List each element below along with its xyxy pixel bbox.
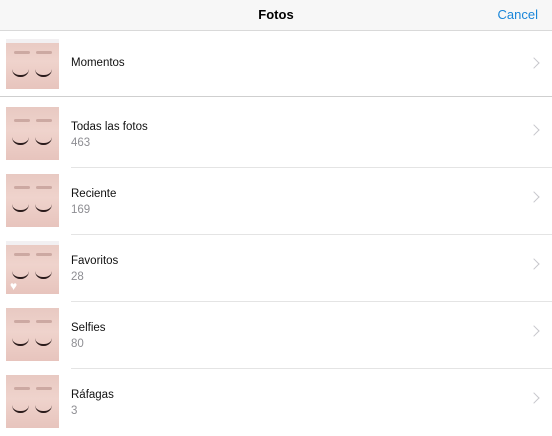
album-thumbnail [6, 174, 59, 227]
navigation-bar: Fotos Cancel [0, 0, 552, 31]
album-count: 80 [71, 338, 84, 350]
album-label: Todas las fotos [71, 121, 148, 133]
album-row-favoritos[interactable]: ♥ Favoritos 28 [0, 235, 552, 302]
album-row-reciente[interactable]: Reciente 169 [0, 168, 552, 235]
chevron-right-icon [528, 392, 540, 404]
album-thumbnail [6, 107, 59, 160]
album-thumbnail: ♥ [6, 241, 59, 294]
album-label: Momentos [71, 57, 125, 69]
album-row-selfies[interactable]: Selfies 80 [0, 302, 552, 369]
chevron-right-icon [528, 57, 540, 69]
page-title: Fotos [258, 7, 294, 22]
album-label: Reciente [71, 188, 117, 200]
album-count: 463 [71, 137, 91, 149]
album-thumbnail [6, 375, 59, 428]
album-count: 169 [71, 204, 91, 216]
chevron-right-icon [528, 124, 540, 136]
album-thumbnail [6, 308, 59, 361]
album-row-rafagas[interactable]: Ráfagas 3 [0, 369, 552, 436]
album-label: Ráfagas [71, 389, 114, 401]
album-label: Selfies [71, 322, 106, 334]
cancel-button[interactable]: Cancel [498, 7, 538, 22]
album-count: 3 [71, 405, 78, 417]
album-row-todas-las-fotos[interactable]: Todas las fotos 463 [0, 101, 552, 168]
chevron-right-icon [528, 191, 540, 203]
album-row-momentos[interactable]: Momentos [0, 31, 552, 97]
album-count: 28 [71, 271, 84, 283]
heart-icon: ♥ [10, 279, 18, 293]
album-thumbnail [6, 39, 59, 89]
album-label: Favoritos [71, 255, 119, 267]
chevron-right-icon [528, 325, 540, 337]
album-list: Momentos Todas las fotos 463 Reciente 16… [0, 31, 552, 436]
chevron-right-icon [528, 258, 540, 270]
